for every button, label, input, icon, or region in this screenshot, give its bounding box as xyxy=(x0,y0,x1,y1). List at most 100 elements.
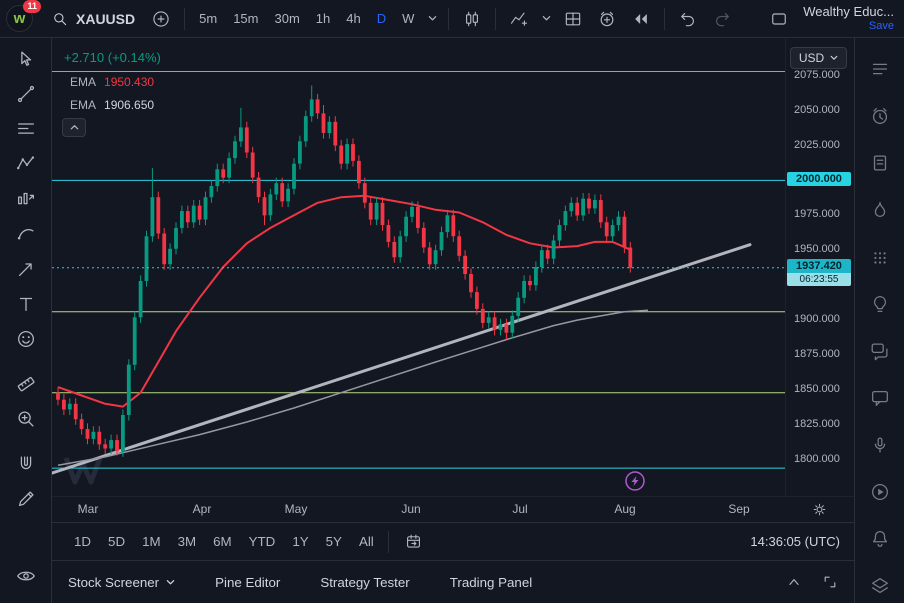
comments-button[interactable] xyxy=(865,385,895,411)
create-alert-button[interactable] xyxy=(591,5,623,33)
current-price-value: 1937.420 xyxy=(787,259,851,273)
notes-button[interactable] xyxy=(865,150,895,176)
pattern-tool-button[interactable] xyxy=(9,149,43,179)
trading-panel-tab[interactable]: Trading Panel xyxy=(450,575,533,590)
time-axis[interactable]: MarAprMayJunJulAugSep xyxy=(52,496,854,522)
indicators-button[interactable] xyxy=(503,5,535,33)
brush-tool-button[interactable] xyxy=(9,219,43,249)
calendar-button[interactable] xyxy=(865,244,895,270)
utc-clock[interactable]: 14:36:05 (UTC) xyxy=(750,534,840,549)
magnet-tool-button[interactable] xyxy=(9,449,43,479)
indicators-menu-button[interactable] xyxy=(537,5,555,33)
gear-icon xyxy=(811,501,828,518)
legend-collapse-button[interactable] xyxy=(62,118,86,137)
indicator-legend-row[interactable]: EMA 1950.430 xyxy=(62,72,162,92)
chats-button[interactable] xyxy=(865,338,895,364)
grid-layout-button[interactable] xyxy=(557,5,589,33)
select-layout-button[interactable] xyxy=(763,5,795,33)
chart-canvas-area[interactable]: +2.710 (+0.14%) EMA 1950.430 EMA 1906.65… xyxy=(52,38,785,496)
maximize-panel-button[interactable] xyxy=(822,574,838,590)
interval-5m-button[interactable]: 5m xyxy=(192,5,224,33)
bottom-panel-bar: Stock Screener Pine Editor Strategy Test… xyxy=(52,560,854,603)
chart-type-button[interactable] xyxy=(456,5,488,33)
range-all-button[interactable]: All xyxy=(351,530,382,553)
go-to-date-button[interactable] xyxy=(399,529,429,555)
projection-tool-button[interactable] xyxy=(9,184,43,214)
redo-button[interactable] xyxy=(706,5,738,33)
videos-button[interactable] xyxy=(865,479,895,505)
range-5y-button[interactable]: 5Y xyxy=(318,530,350,553)
indicator-legend-row[interactable]: EMA 1906.650 xyxy=(62,95,162,115)
pencil-icon xyxy=(15,488,37,510)
arrow-tool-button[interactable] xyxy=(9,254,43,284)
trend-line-tool-button[interactable] xyxy=(9,79,43,109)
price-change-label: +2.710 (+0.14%) xyxy=(62,50,162,65)
hotlists-button[interactable] xyxy=(865,197,895,223)
cursor-tool-button[interactable] xyxy=(9,44,43,74)
interval-15m-button[interactable]: 15m xyxy=(226,5,265,33)
interval-4h-button[interactable]: 4h xyxy=(339,5,367,33)
draw-tool-button[interactable] xyxy=(9,484,43,514)
interval-1d-button[interactable]: D xyxy=(370,5,393,33)
price-axis[interactable]: USD 2075.0002050.0002025.0002000.0001975… xyxy=(785,38,854,496)
watchlist-button[interactable] xyxy=(865,56,895,82)
strategy-tester-tab[interactable]: Strategy Tester xyxy=(320,575,409,590)
range-6m-button[interactable]: 6M xyxy=(205,530,240,553)
cursor-icon xyxy=(15,48,37,70)
watchlist-icon xyxy=(869,58,891,80)
add-symbol-button[interactable] xyxy=(145,5,177,33)
stock-screener-tab[interactable]: Stock Screener xyxy=(68,575,175,590)
emoji-icon xyxy=(15,328,37,350)
chart-row: +2.710 (+0.14%) EMA 1950.430 EMA 1906.65… xyxy=(52,38,854,496)
time-axis-labels: MarAprMayJunJulAugSep xyxy=(52,497,785,522)
undo-button[interactable] xyxy=(672,5,704,33)
range-ytd-button[interactable]: YTD xyxy=(241,530,284,553)
price-axis-label: 1975.000 xyxy=(794,208,840,220)
range-5d-button[interactable]: 5D xyxy=(100,530,133,553)
range-3m-button[interactable]: 3M xyxy=(170,530,205,553)
price-axis-label: 1800.000 xyxy=(794,453,840,465)
chevron-up-icon xyxy=(786,574,802,590)
price-level-badge: 2000.000 xyxy=(787,172,851,186)
text-tool-button[interactable] xyxy=(9,289,43,319)
notifications-button[interactable] xyxy=(865,526,895,552)
interval-1w-button[interactable]: W xyxy=(395,5,421,33)
trading-app: w 11 XAUUSD 5m 15m 30m 1h 4h D W xyxy=(0,0,904,603)
range-1d-button[interactable]: 1D xyxy=(66,530,99,553)
indicator-name: EMA xyxy=(70,75,96,89)
chart-legend: +2.710 (+0.14%) EMA 1950.430 EMA 1906.65… xyxy=(62,50,162,137)
alerts-button[interactable] xyxy=(865,103,895,129)
price-unit-label: USD xyxy=(799,51,824,65)
ideas-button[interactable] xyxy=(865,291,895,317)
interval-1h-button[interactable]: 1h xyxy=(309,5,337,33)
range-1m-button[interactable]: 1M xyxy=(134,530,169,553)
symbol-search-button[interactable]: XAUUSD xyxy=(43,5,143,33)
bar-replay-button[interactable] xyxy=(625,5,657,33)
open-panel-button[interactable] xyxy=(786,574,802,590)
fib-retracement-tool-button[interactable] xyxy=(9,114,43,144)
streams-button[interactable] xyxy=(865,432,895,458)
chevron-down-icon xyxy=(542,15,551,22)
user-menu-button[interactable]: w 11 xyxy=(6,5,33,32)
pine-editor-tab[interactable]: Pine Editor xyxy=(215,575,280,590)
brush-icon xyxy=(15,223,37,245)
interval-30m-button[interactable]: 30m xyxy=(267,5,306,33)
microphone-icon xyxy=(869,434,891,456)
top-toolbar: w 11 XAUUSD 5m 15m 30m 1h 4h D W xyxy=(0,0,904,38)
range-1y-button[interactable]: 1Y xyxy=(284,530,316,553)
object-tree-button[interactable] xyxy=(865,573,895,599)
measure-tool-button[interactable] xyxy=(9,369,43,399)
price-unit-button[interactable]: USD xyxy=(790,47,847,69)
emoji-tool-button[interactable] xyxy=(9,324,43,354)
save-button[interactable]: Save xyxy=(869,20,894,34)
bell-icon xyxy=(869,528,891,550)
zoom-in-tool-button[interactable] xyxy=(9,404,43,434)
text-icon xyxy=(15,293,37,315)
time-axis-label: Jun xyxy=(401,502,420,516)
hide-drawings-button[interactable] xyxy=(9,561,43,591)
chart-settings-button[interactable] xyxy=(807,499,833,521)
current-price-badge: 1937.42006:23:55 xyxy=(787,259,851,286)
layout-name[interactable]: Wealthy Educ... xyxy=(803,4,894,20)
interval-menu-button[interactable] xyxy=(423,5,441,33)
ruler-icon xyxy=(15,373,37,395)
